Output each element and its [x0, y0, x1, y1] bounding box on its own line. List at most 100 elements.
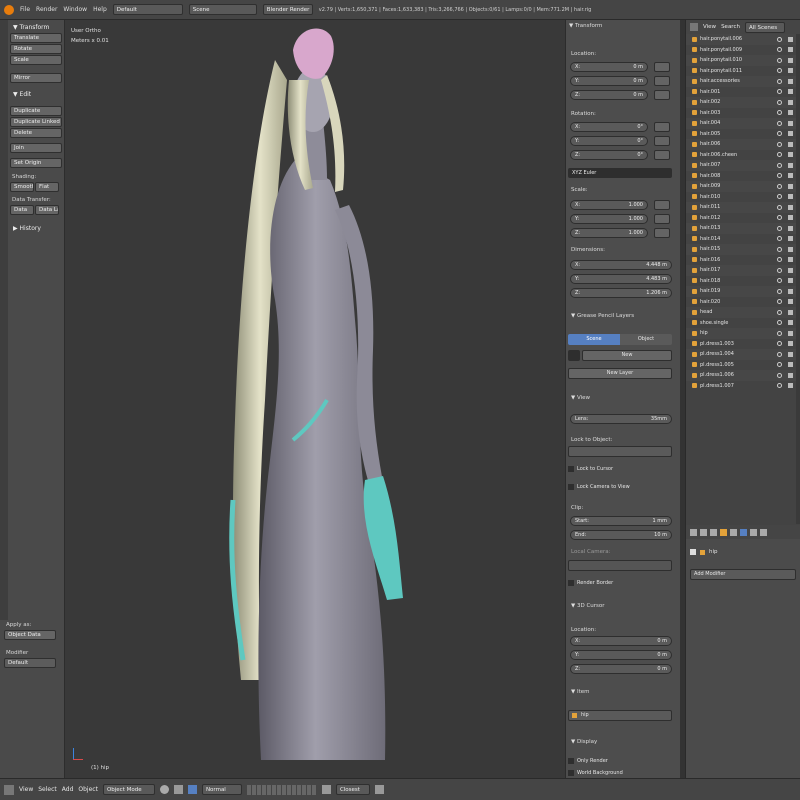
scale-x-field[interactable]: X: 1.000 — [570, 200, 648, 210]
selectable-cursor-icon[interactable] — [788, 299, 793, 305]
grease-scene-tab[interactable]: Scene — [568, 334, 620, 345]
location-x-field[interactable]: X: 0 m — [570, 62, 648, 72]
outliner-row[interactable]: shoe.single — [686, 318, 800, 329]
visibility-eye-icon[interactable] — [777, 288, 782, 294]
outliner-row[interactable]: hair.018 — [686, 276, 800, 287]
apply-as-dropdown[interactable]: Object Data — [4, 630, 56, 640]
outliner-row[interactable]: hair.001 — [686, 87, 800, 98]
object-menu[interactable]: Object — [78, 786, 98, 793]
outliner-row[interactable]: hip — [686, 328, 800, 339]
render-border-checkbox[interactable]: Render Border — [568, 578, 672, 588]
data-button[interactable]: Data — [10, 205, 34, 215]
world-tab-icon[interactable] — [710, 528, 717, 536]
visibility-eye-icon[interactable] — [777, 120, 782, 126]
flat-button[interactable]: Flat — [35, 182, 59, 192]
outliner-row[interactable]: hair.ponytail.006 — [686, 34, 800, 45]
item-name-field[interactable]: hip — [568, 710, 672, 721]
visibility-eye-icon[interactable] — [777, 162, 782, 168]
transform-panel-header[interactable]: ▼ Transform — [10, 20, 62, 33]
selectable-cursor-icon[interactable] — [788, 320, 793, 326]
outliner-search-menu[interactable]: Search — [721, 24, 740, 30]
visibility-eye-icon[interactable] — [777, 246, 782, 252]
tool-shelf-tabs[interactable] — [0, 20, 8, 620]
render-icon[interactable] — [374, 785, 384, 794]
selectable-cursor-icon[interactable] — [788, 288, 793, 294]
selectable-cursor-icon[interactable] — [788, 372, 793, 378]
clip-end-field[interactable]: End: 10 m — [570, 530, 672, 540]
character-model[interactable] — [65, 20, 565, 778]
edit-panel-header[interactable]: ▼ Edit — [10, 87, 62, 100]
menu-file[interactable]: File — [20, 6, 30, 13]
visibility-eye-icon[interactable] — [777, 372, 782, 378]
selectable-cursor-icon[interactable] — [788, 36, 793, 42]
display-header[interactable]: ▼ Display — [568, 736, 600, 746]
blender-logo-icon[interactable] — [4, 4, 14, 15]
orientation-dropdown[interactable]: Normal — [201, 784, 242, 795]
visibility-eye-icon[interactable] — [777, 110, 782, 116]
visibility-eye-icon[interactable] — [777, 68, 782, 74]
selectable-cursor-icon[interactable] — [788, 57, 793, 63]
visibility-eye-icon[interactable] — [777, 278, 782, 284]
outliner-row[interactable]: hair.011 — [686, 202, 800, 213]
visibility-eye-icon[interactable] — [777, 78, 782, 84]
lock-rotation-y-icon[interactable] — [654, 136, 670, 146]
lock-rotation-x-icon[interactable] — [654, 122, 670, 132]
selectable-cursor-icon[interactable] — [788, 362, 793, 368]
translate-button[interactable]: Translate — [10, 33, 62, 43]
world-background-checkbox[interactable]: World Background — [568, 768, 672, 777]
visibility-eye-icon[interactable] — [777, 57, 782, 63]
scene-tab-icon[interactable] — [700, 528, 707, 536]
visibility-eye-icon[interactable] — [777, 99, 782, 105]
outliner-row[interactable]: hair.020 — [686, 297, 800, 308]
local-camera-field[interactable] — [568, 560, 672, 571]
selectable-cursor-icon[interactable] — [788, 89, 793, 95]
outliner-row[interactable]: hair.019 — [686, 286, 800, 297]
editor-type-icon[interactable] — [4, 784, 14, 795]
lock-location-x-icon[interactable] — [654, 62, 670, 72]
outliner-row[interactable]: pl.dress1.003 — [686, 339, 800, 350]
manipulator-icon[interactable] — [187, 785, 197, 794]
outliner-row[interactable]: hair.014 — [686, 234, 800, 245]
visibility-eye-icon[interactable] — [777, 320, 782, 326]
menu-help[interactable]: Help — [93, 6, 107, 13]
mode-dropdown[interactable]: Object Mode — [102, 784, 155, 795]
material-tab-icon[interactable] — [760, 528, 767, 536]
selectable-cursor-icon[interactable] — [788, 204, 793, 210]
outliner-row[interactable]: hair.ponytail.010 — [686, 55, 800, 66]
visibility-eye-icon[interactable] — [777, 236, 782, 242]
outliner-row[interactable]: hair.007 — [686, 160, 800, 171]
selectable-cursor-icon[interactable] — [788, 110, 793, 116]
outliner-row[interactable]: hair.003 — [686, 108, 800, 119]
selectable-cursor-icon[interactable] — [788, 68, 793, 74]
visibility-eye-icon[interactable] — [777, 194, 782, 200]
outliner-row[interactable]: hair.008 — [686, 171, 800, 182]
cursor-x-field[interactable]: X: 0 m — [570, 636, 672, 646]
outliner-row[interactable]: hair.005 — [686, 129, 800, 140]
view-menu[interactable]: View — [19, 786, 33, 793]
visibility-eye-icon[interactable] — [777, 173, 782, 179]
outliner-row[interactable]: hair.017 — [686, 265, 800, 276]
lock-scale-y-icon[interactable] — [654, 214, 670, 224]
cursor-z-field[interactable]: Z: 0 m — [570, 664, 672, 674]
dimensions-y-field[interactable]: Y: 4.483 m — [570, 274, 672, 284]
visibility-eye-icon[interactable] — [777, 131, 782, 137]
selectable-cursor-icon[interactable] — [788, 278, 793, 284]
lock-object-field[interactable] — [568, 446, 672, 457]
snap-icon[interactable] — [321, 785, 331, 794]
visibility-eye-icon[interactable] — [777, 383, 782, 389]
modifier-tab-icon[interactable] — [740, 528, 747, 536]
lock-location-y-icon[interactable] — [654, 76, 670, 86]
selectable-cursor-icon[interactable] — [788, 194, 793, 200]
outliner-row[interactable]: hair.010 — [686, 192, 800, 203]
data-layout-button[interactable]: Data Lay — [35, 205, 59, 215]
visibility-eye-icon[interactable] — [777, 299, 782, 305]
rotate-button[interactable]: Rotate — [10, 44, 62, 54]
selectable-cursor-icon[interactable] — [788, 246, 793, 252]
lock-rotation-z-icon[interactable] — [654, 150, 670, 160]
new-grease-button[interactable]: New — [582, 350, 672, 361]
join-button[interactable]: Join — [10, 143, 62, 153]
visibility-eye-icon[interactable] — [777, 225, 782, 231]
visibility-eye-icon[interactable] — [777, 257, 782, 263]
transform-header[interactable]: ▼ Transform — [566, 20, 680, 30]
lens-field[interactable]: Lens: 35mm — [570, 414, 672, 424]
